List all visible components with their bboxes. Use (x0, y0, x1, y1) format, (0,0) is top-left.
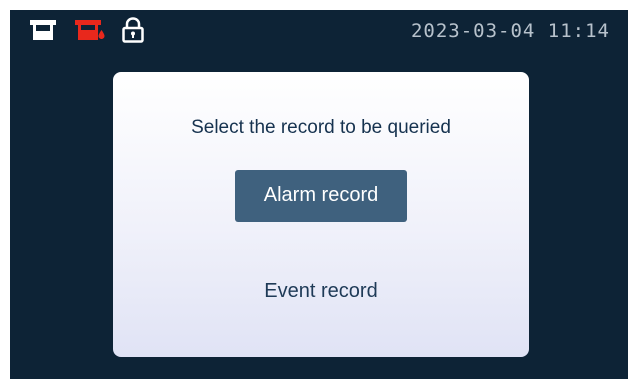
alarm-record-button[interactable]: Alarm record (235, 170, 407, 222)
status-bar: 2023-03-04 11:14 (10, 10, 628, 56)
record-query-dialog: Select the record to be queried Alarm re… (113, 72, 529, 357)
lock-icon[interactable] (122, 17, 144, 43)
event-record-button[interactable]: Event record (235, 266, 407, 316)
dialog-title: Select the record to be queried (191, 117, 451, 138)
tank-icon (30, 20, 56, 42)
datetime-display: 2023-03-04 11:14 (410, 20, 610, 42)
device-screen: 2023-03-04 11:14 Select the record to be… (10, 10, 628, 379)
tank-alarm-icon (75, 20, 105, 42)
